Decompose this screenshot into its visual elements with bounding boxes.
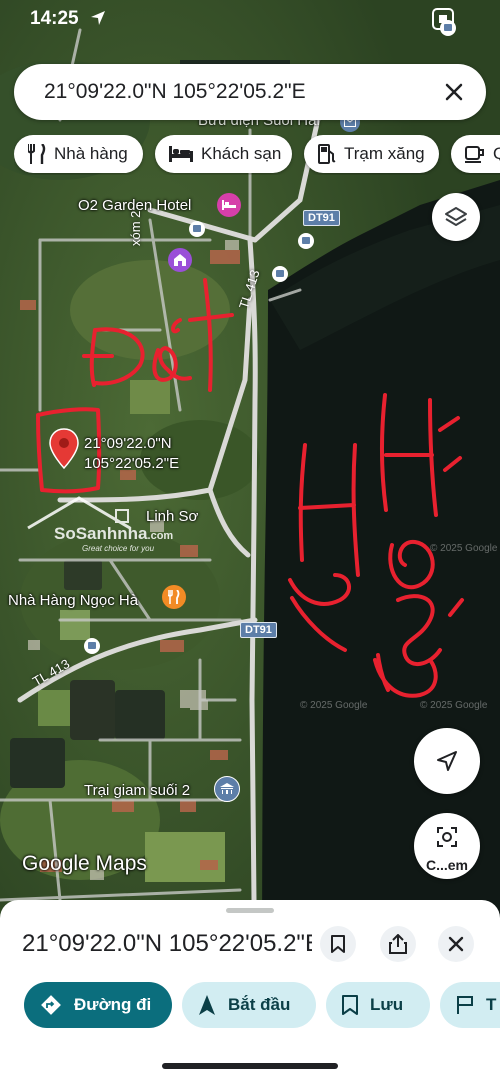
chip-label: Khách sạn — [201, 144, 282, 163]
pin-coord-lat: 21°09'22.0"N — [84, 435, 172, 452]
status-time: 14:25 — [30, 8, 79, 29]
start-button[interactable]: Bắt đầu — [182, 982, 316, 1028]
pin-coord-lng: 105°22'05.2"E — [84, 455, 180, 472]
watermark-name: SoSanhnha.com — [54, 524, 174, 543]
bus-stop-icon[interactable] — [189, 221, 205, 237]
close-icon[interactable] — [440, 78, 468, 106]
directions-label: Đường đi — [74, 995, 152, 1014]
chip-hotels[interactable]: Khách sạn — [155, 135, 292, 173]
location-arrow-icon — [91, 11, 105, 25]
chip-coffee[interactable]: Q — [451, 135, 500, 173]
bus-stop-icon[interactable] — [272, 266, 288, 282]
flag-icon — [457, 996, 473, 1014]
watermark-slogan: Great choice for you — [82, 544, 155, 553]
lens-label: C...em — [425, 857, 468, 873]
label-button[interactable]: T — [440, 982, 500, 1028]
chip-label: Nhà hàng — [54, 144, 128, 163]
my-location-button[interactable] — [414, 728, 480, 794]
chip-gas-stations[interactable]: Trạm xăng — [304, 135, 439, 173]
road-shield-dt91-lower: DT91 — [240, 622, 277, 638]
camera-lens-icon — [437, 827, 457, 847]
chip-restaurants[interactable]: Nhà hàng — [14, 135, 143, 173]
close-icon — [448, 936, 464, 952]
watermark-logo: SoSanhnha.com Great choice for you — [24, 492, 214, 562]
restaurant-marker-icon[interactable] — [162, 585, 186, 609]
share-icon — [389, 934, 407, 954]
chip-label: Q — [493, 144, 500, 163]
search-input[interactable]: 21°09'22.0"N 105°22'05.2"E — [44, 80, 306, 104]
bus-stop-icon[interactable] — [84, 638, 100, 654]
google-lens-button[interactable]: C...em — [414, 813, 480, 879]
save-button[interactable]: Lưu — [326, 982, 430, 1028]
gas-station-icon — [318, 144, 336, 164]
copyright-2: © 2025 Google — [300, 700, 368, 711]
save-bookmark-button[interactable] — [320, 926, 356, 962]
label-button-text: T — [486, 995, 497, 1014]
landmark-marker-icon[interactable] — [168, 248, 192, 272]
close-sheet-button[interactable] — [438, 926, 474, 962]
status-bar: 14:25 — [0, 0, 500, 40]
bed-icon — [169, 146, 193, 162]
road-label-xom2: xóm 2 — [128, 210, 143, 246]
fork-knife-icon — [28, 144, 46, 164]
drag-handle[interactable] — [226, 908, 274, 913]
category-chips: Nhà hàng Khách sạn Trạm xăng Q — [14, 135, 500, 175]
directions-button[interactable]: Đường đi — [24, 982, 172, 1028]
save-label: Lưu — [370, 995, 404, 1014]
share-button[interactable] — [380, 926, 416, 962]
search-bar[interactable]: 21°09'22.0"N 105°22'05.2"E — [14, 64, 486, 120]
hotel-marker-icon[interactable] — [217, 193, 241, 217]
directions-icon — [41, 995, 61, 1015]
google-maps-logo: Google Maps — [22, 852, 147, 875]
bookmark-icon — [342, 995, 358, 1015]
chip-label: Trạm xăng — [344, 144, 425, 163]
place-label-nha-hang[interactable]: Nhà Hàng Ngọc Hà — [8, 592, 138, 609]
start-label: Bắt đầu — [228, 995, 291, 1014]
dropped-pin-icon[interactable] — [48, 428, 80, 470]
coffee-cup-icon — [465, 146, 484, 163]
copyright-3: © 2025 Google — [420, 700, 488, 711]
layers-icon — [445, 207, 467, 226]
bus-stop-icon[interactable] — [298, 233, 314, 249]
government-marker-icon[interactable] — [214, 776, 240, 802]
bus-stop-icon[interactable] — [440, 20, 456, 36]
pin-coordinates-label: 21°09'22.0"N 105°22'05.2"E — [84, 434, 179, 474]
layers-button[interactable] — [432, 193, 480, 241]
navigation-arrow-icon — [199, 995, 215, 1015]
location-arrow-icon — [437, 751, 457, 771]
copyright-1: © 2025 Google — [430, 543, 498, 554]
bookmark-icon — [331, 935, 345, 953]
place-title: 21°09'22.0"N 105°22'05.2"E — [22, 930, 312, 957]
home-indicator[interactable] — [162, 1063, 338, 1069]
road-shield-dt91-upper: DT91 — [303, 210, 340, 226]
place-label-trai-giam[interactable]: Trại giam suối 2 — [84, 782, 190, 799]
